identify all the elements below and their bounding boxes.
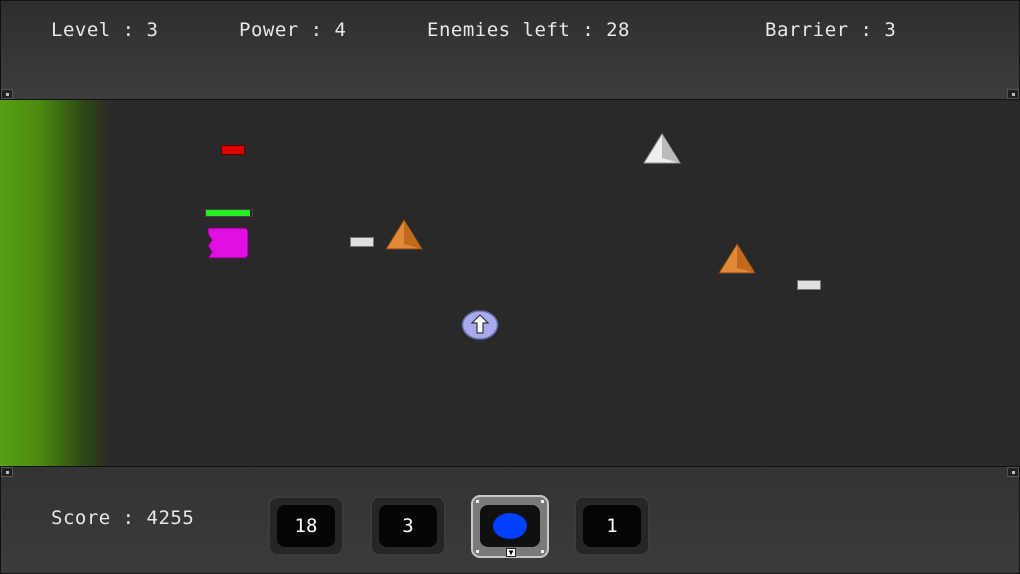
bullet xyxy=(797,280,821,290)
player-health-fill xyxy=(206,210,250,216)
slot-screw-icon xyxy=(476,500,479,503)
orange-enemy-ship xyxy=(385,219,423,250)
top-hud: Level : 3 Power : 4 Enemies left : 28 Ba… xyxy=(0,0,1020,100)
panel-rivet-icon xyxy=(1007,89,1019,99)
power-up-arrow-icon xyxy=(461,310,499,340)
panel-rivet-icon xyxy=(1,89,13,99)
slot-screw-icon xyxy=(541,500,544,503)
playfield[interactable] xyxy=(0,100,1020,466)
weapon-slot-2-count: 3 xyxy=(379,505,437,547)
weapon-slot-3-display xyxy=(480,505,540,547)
slot-screw-icon xyxy=(541,550,544,553)
weapon-slot-4[interactable]: 1 xyxy=(574,496,650,556)
enemies-left-counter: Enemies left : 28 xyxy=(427,19,630,41)
green-barrier xyxy=(0,100,110,466)
weapon-slot-3-selected[interactable]: ▼ xyxy=(471,495,549,558)
player-health-bar xyxy=(205,209,253,217)
weapon-slot-4-count: 1 xyxy=(583,505,641,547)
weapon-slot-1-count: 18 xyxy=(277,505,335,547)
panel-rivet-icon xyxy=(1,467,13,477)
level-counter: Level : 3 xyxy=(51,19,159,41)
panel-rivet-icon xyxy=(1007,467,1019,477)
blue-orb-icon xyxy=(493,513,527,539)
player-ship xyxy=(207,227,249,259)
selected-indicator-arrow-icon: ▼ xyxy=(506,548,516,557)
power-counter: Power : 4 xyxy=(239,19,347,41)
game-screen: Level : 3 Power : 4 Enemies left : 28 Ba… xyxy=(0,0,1020,574)
enemy-marker xyxy=(221,145,245,155)
weapon-slot-2[interactable]: 3 xyxy=(370,496,446,556)
weapon-slot-1[interactable]: 18 xyxy=(268,496,344,556)
orange-enemy-ship xyxy=(718,243,756,274)
white-enemy-ship xyxy=(643,133,681,164)
slot-screw-icon xyxy=(476,550,479,553)
bullet xyxy=(350,237,374,247)
score-counter: Score : 4255 xyxy=(51,507,195,529)
barrier-counter: Barrier : 3 xyxy=(765,19,897,41)
